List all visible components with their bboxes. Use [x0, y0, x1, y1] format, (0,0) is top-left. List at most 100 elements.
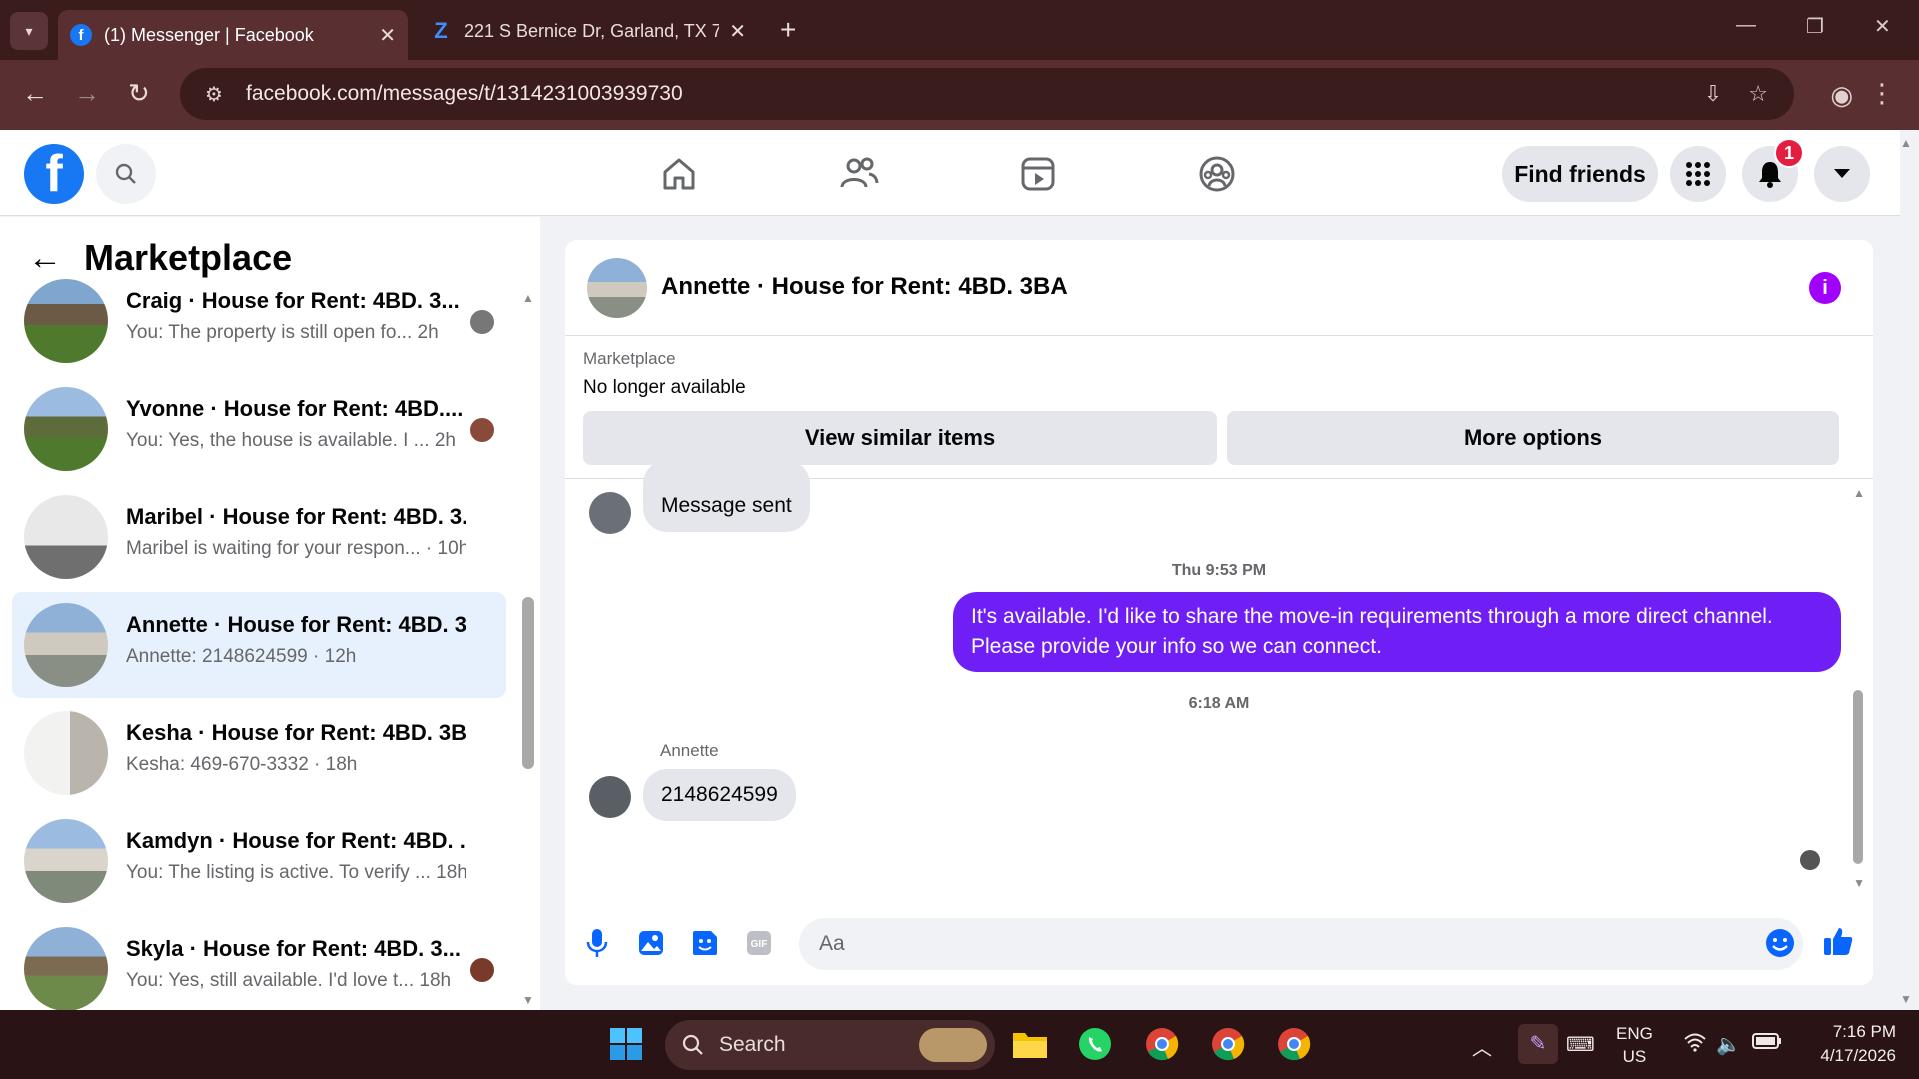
windows-taskbar: Search ︿ ✎ ⌨ ENG US 🔈 7:16 PM 4/17/2026	[0, 1010, 1919, 1079]
language-code: ENG	[1616, 1024, 1653, 1043]
conversation-preview: You: The property is still open fo... 2h	[126, 322, 439, 343]
reload-icon[interactable]: ↻	[128, 78, 150, 109]
tab-zillow[interactable]: Z 221 S Bernice Dr, Garland, TX 75 ✕	[418, 10, 758, 52]
zillow-favicon-icon: Z	[434, 18, 448, 43]
close-window-icon[interactable]: ✕	[1874, 14, 1891, 39]
pen-app-icon[interactable]: ✎	[1518, 1024, 1558, 1064]
listing-thumbnail	[24, 279, 108, 363]
tab-search-menu-icon[interactable]: ▾	[10, 12, 48, 50]
message-list: Message sent Thu 9:53 PM It's available.…	[565, 460, 1873, 900]
system-clock[interactable]: 7:16 PM 4/17/2026	[1806, 1020, 1896, 1068]
language-indicator[interactable]: ENG US	[1616, 1022, 1653, 1068]
new-tab-icon[interactable]: +	[780, 14, 796, 46]
whatsapp-icon[interactable]	[1075, 1024, 1115, 1064]
message-input[interactable]: Aa	[799, 918, 1803, 970]
site-settings-icon[interactable]: ⚙	[194, 82, 234, 107]
sender-name: Annette	[660, 741, 719, 760]
conversation-item[interactable]: Craig · House for Rent: 4BD. 3... You: T…	[12, 268, 506, 374]
browser-menu-icon[interactable]: ⋮	[1869, 78, 1895, 109]
conversation-item[interactable]: Kesha · House for Rent: 4BD. 3BA Kesha: …	[12, 700, 506, 806]
info-icon[interactable]: i	[1809, 272, 1841, 304]
facebook-logo-icon[interactable]: f	[24, 144, 84, 204]
back-icon[interactable]: ←	[22, 78, 48, 109]
chat-scroll-up-icon[interactable]: ▲	[1853, 486, 1865, 500]
svg-text:GIF: GIF	[751, 939, 768, 950]
message-bubble-incoming: 2148624599	[643, 769, 796, 821]
conversation-name: Skyla · House for Rent: 4BD. 3...	[126, 936, 461, 961]
find-friends-button[interactable]: Find friends	[1502, 146, 1658, 202]
chrome-profile-icon[interactable]	[1208, 1024, 1248, 1064]
volume-icon[interactable]: 🔈	[1716, 1032, 1741, 1057]
conversation-item[interactable]: Skyla · House for Rent: 4BD. 3... You: Y…	[12, 916, 506, 1010]
url-bar[interactable]: ⚙ facebook.com/messages/t/13142310039397…	[180, 68, 1794, 120]
sidebar-scroll-up-icon[interactable]: ▲	[522, 291, 534, 305]
more-options-button[interactable]: More options	[1227, 411, 1839, 465]
file-explorer-icon[interactable]	[1010, 1024, 1050, 1064]
photo-icon[interactable]	[634, 926, 668, 960]
windows-start-icon[interactable]	[606, 1024, 646, 1064]
conversation-item[interactable]: Yvonne · House for Rent: 4BD.... You: Ye…	[12, 376, 506, 482]
read-receipt-avatar	[470, 310, 494, 334]
conversation-item-selected[interactable]: Annette · House for Rent: 4BD. 3... Anne…	[12, 592, 506, 698]
page-scroll-up-icon[interactable]: ▲	[1900, 136, 1912, 150]
profile-icon[interactable]: ◉	[1830, 80, 1853, 111]
menu-grid-icon[interactable]	[1670, 146, 1726, 202]
contact-avatar	[589, 776, 631, 818]
thumbs-up-icon[interactable]	[1821, 924, 1855, 958]
conversation-item[interactable]: Kamdyn · House for Rent: 4BD. ... You: T…	[12, 808, 506, 914]
forward-icon[interactable]: →	[74, 78, 100, 109]
friends-icon[interactable]	[837, 152, 881, 196]
chat-scrollbar[interactable]	[1853, 690, 1863, 864]
sticker-icon[interactable]	[688, 926, 722, 960]
microphone-icon[interactable]	[580, 926, 614, 960]
search-icon[interactable]	[96, 144, 156, 204]
page-scroll-down-icon[interactable]: ▼	[1900, 992, 1912, 1006]
listing-avatar[interactable]	[587, 258, 647, 318]
home-icon[interactable]	[657, 152, 701, 196]
view-similar-items-button[interactable]: View similar items	[583, 411, 1217, 465]
listing-thumbnail	[24, 495, 108, 579]
tab-messenger[interactable]: f (1) Messenger | Facebook ✕	[58, 10, 408, 60]
chat-scroll-down-icon[interactable]: ▼	[1853, 876, 1865, 890]
show-hidden-icons-icon[interactable]: ︿	[1472, 1032, 1492, 1061]
message-bubble-incoming: Message sent	[643, 460, 810, 532]
notifications-bell-icon[interactable]: 1	[1742, 138, 1804, 202]
conversation-name: Kesha · House for Rent: 4BD. 3BA	[126, 720, 466, 745]
url-text[interactable]: facebook.com/messages/t/1314231003939730	[246, 82, 1704, 106]
conversation-preview: You: Yes, still available. I'd love t...…	[126, 970, 452, 991]
chrome-icon[interactable]	[1142, 1024, 1182, 1064]
clock-date: 4/17/2026	[1820, 1046, 1896, 1065]
conversation-name: Annette · House for Rent: 4BD. 3...	[126, 612, 466, 637]
taskbar-search-label: Search	[719, 1033, 786, 1056]
tab-title: 221 S Bernice Dr, Garland, TX 75	[464, 20, 720, 41]
close-tab-icon[interactable]: ✕	[729, 19, 746, 44]
bookmark-star-icon[interactable]: ☆	[1748, 81, 1768, 107]
install-app-icon[interactable]: ⇩	[1704, 81, 1722, 107]
emoji-icon[interactable]	[1763, 926, 1797, 960]
minimize-icon[interactable]: —	[1736, 14, 1756, 37]
restore-icon[interactable]: ❐	[1806, 14, 1824, 39]
conversation-item[interactable]: Maribel · House for Rent: 4BD. 3... Mari…	[12, 484, 506, 590]
chat-title[interactable]: Annette · House for Rent: 4BD. 3BA	[661, 273, 1068, 301]
address-bar-row: ← → ↻ ⚙ facebook.com/messages/t/13142310…	[0, 60, 1919, 130]
account-chevron-icon[interactable]	[1814, 146, 1870, 202]
message-bubble-outgoing: It's available. I'd like to share the mo…	[953, 592, 1841, 672]
wifi-icon[interactable]	[1683, 1032, 1707, 1058]
conversation-name: Kamdyn · House for Rent: 4BD. ...	[126, 828, 466, 853]
conversation-name: Yvonne · House for Rent: 4BD....	[126, 396, 464, 421]
conversation-preview: You: Yes, the house is available. I ... …	[126, 430, 456, 451]
close-tab-icon[interactable]: ✕	[379, 23, 396, 48]
taskbar-search-box[interactable]: Search	[665, 1020, 995, 1070]
marketplace-sidebar: ← Marketplace Craig · House for Rent: 4B…	[0, 217, 540, 1010]
listing-thumbnail	[24, 603, 108, 687]
video-icon[interactable]	[1016, 152, 1060, 196]
marketplace-listing-box: Marketplace No longer available View sim…	[565, 337, 1873, 479]
chrome-profile-icon[interactable]	[1274, 1024, 1314, 1064]
sidebar-scroll-down-icon[interactable]: ▼	[522, 993, 534, 1007]
browser-tab-bar: ▾ f (1) Messenger | Facebook ✕ Z 221 S B…	[0, 0, 1919, 60]
sidebar-scrollbar[interactable]	[522, 597, 534, 769]
gif-icon[interactable]: GIF	[742, 926, 776, 960]
keyboard-icon[interactable]: ⌨	[1566, 1032, 1595, 1057]
groups-icon[interactable]	[1195, 152, 1239, 196]
battery-icon[interactable]	[1752, 1032, 1782, 1056]
